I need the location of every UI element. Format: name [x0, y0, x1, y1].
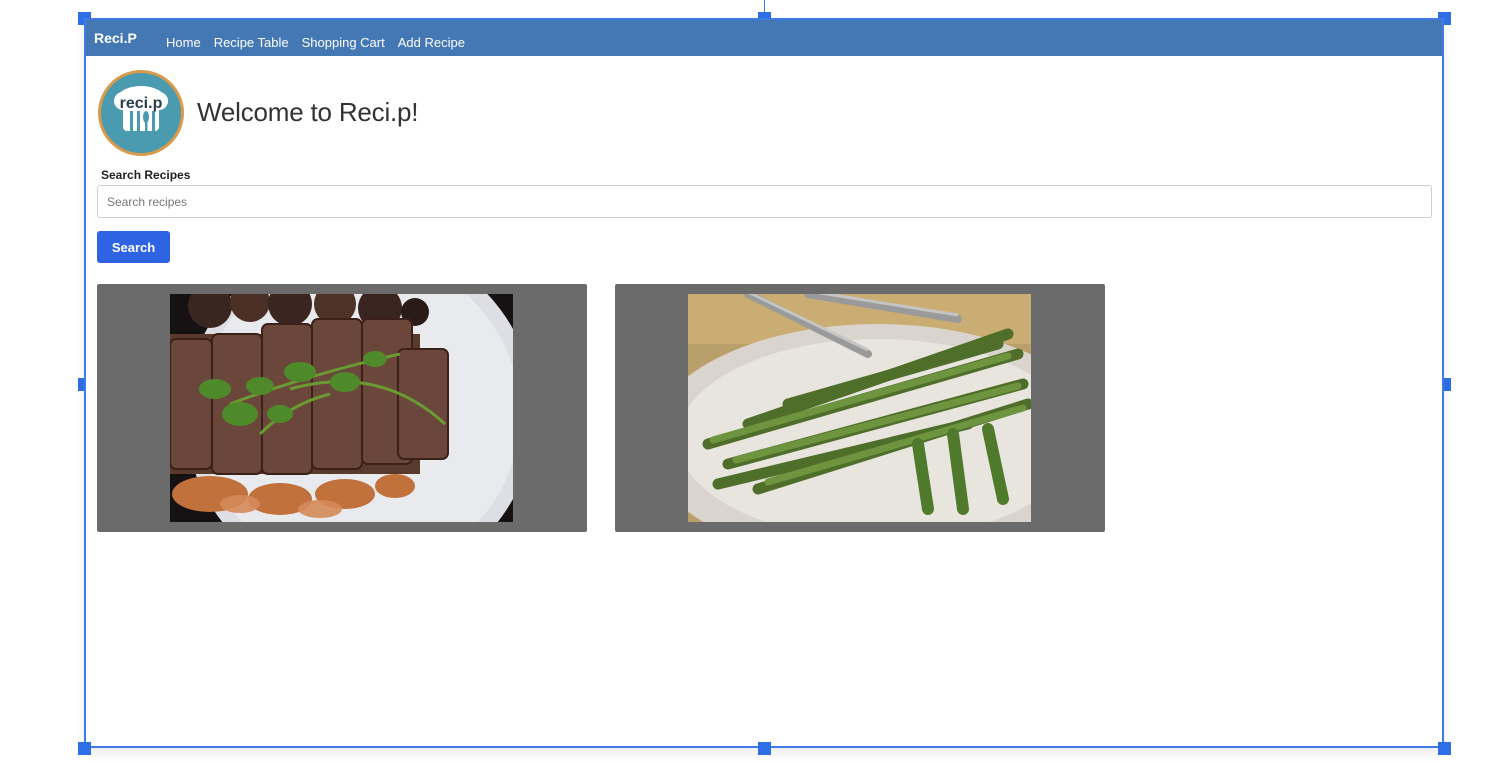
resize-handle-bottom-left[interactable] — [78, 742, 91, 755]
search-button[interactable]: Search — [97, 231, 170, 263]
search-label: Search Recipes — [101, 168, 191, 182]
brand-link[interactable]: Reci.P — [94, 30, 137, 46]
nav-link-recipe-table[interactable]: Recipe Table — [214, 35, 289, 50]
braised-beef-photo — [170, 294, 513, 522]
nav-link-add-recipe[interactable]: Add Recipe — [398, 35, 465, 50]
recipe-card[interactable] — [615, 284, 1105, 532]
resize-handle-bottom-center[interactable] — [758, 742, 771, 755]
top-center-handle-line — [764, 0, 765, 12]
nav-link-home[interactable]: Home — [166, 35, 201, 50]
recip-logo: reci.p — [98, 70, 184, 156]
chef-hat-icon — [114, 86, 168, 137]
selected-page-frame[interactable]: Reci.P Home Recipe Table Shopping Cart A… — [84, 18, 1444, 748]
nav-links: Home Recipe Table Shopping Cart Add Reci… — [166, 35, 478, 50]
resize-handle-bottom-right[interactable] — [1438, 742, 1451, 755]
recipe-card[interactable] — [97, 284, 587, 532]
roasted-asparagus-photo — [688, 294, 1031, 522]
nav-link-shopping-cart[interactable]: Shopping Cart — [302, 35, 385, 50]
search-input[interactable] — [97, 185, 1432, 218]
navbar: Reci.P Home Recipe Table Shopping Cart A… — [86, 20, 1442, 56]
page-title: Welcome to Reci.p! — [197, 97, 419, 127]
logo-text: reci.p — [119, 95, 163, 112]
